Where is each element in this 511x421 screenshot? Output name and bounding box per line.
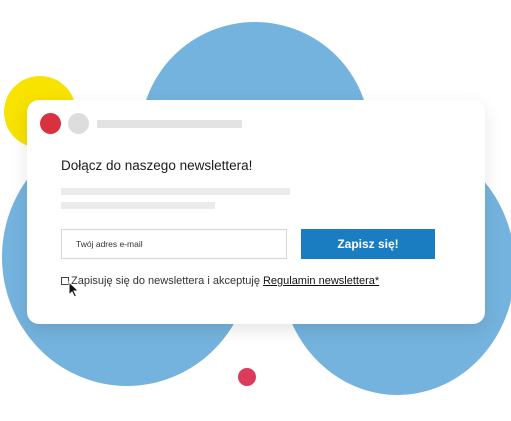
red-circle-icon — [40, 113, 61, 134]
consent-label: Zapisuję się do newslettera i akceptuję — [71, 275, 260, 287]
address-bar-placeholder — [97, 120, 242, 128]
newsletter-title: Dołącz do naszego newslettera! — [61, 158, 253, 173]
text-placeholder-line — [61, 202, 215, 209]
subscribe-button[interactable]: Zapisz się! — [301, 229, 435, 259]
email-field[interactable] — [61, 229, 287, 259]
grey-circle-icon — [68, 113, 89, 134]
text-placeholder-line — [61, 188, 290, 195]
newsletter-illustration: Dołącz do naszego newslettera! Zapisz si… — [0, 0, 511, 421]
consent-row: Zapisuję się do newslettera i akceptuję … — [61, 274, 379, 288]
mouse-pointer-icon — [68, 281, 80, 298]
terms-link[interactable]: Regulamin newslettera* — [263, 275, 379, 287]
pink-dot-decoration — [238, 368, 256, 386]
newsletter-window: Dołącz do naszego newslettera! Zapisz si… — [27, 100, 485, 324]
